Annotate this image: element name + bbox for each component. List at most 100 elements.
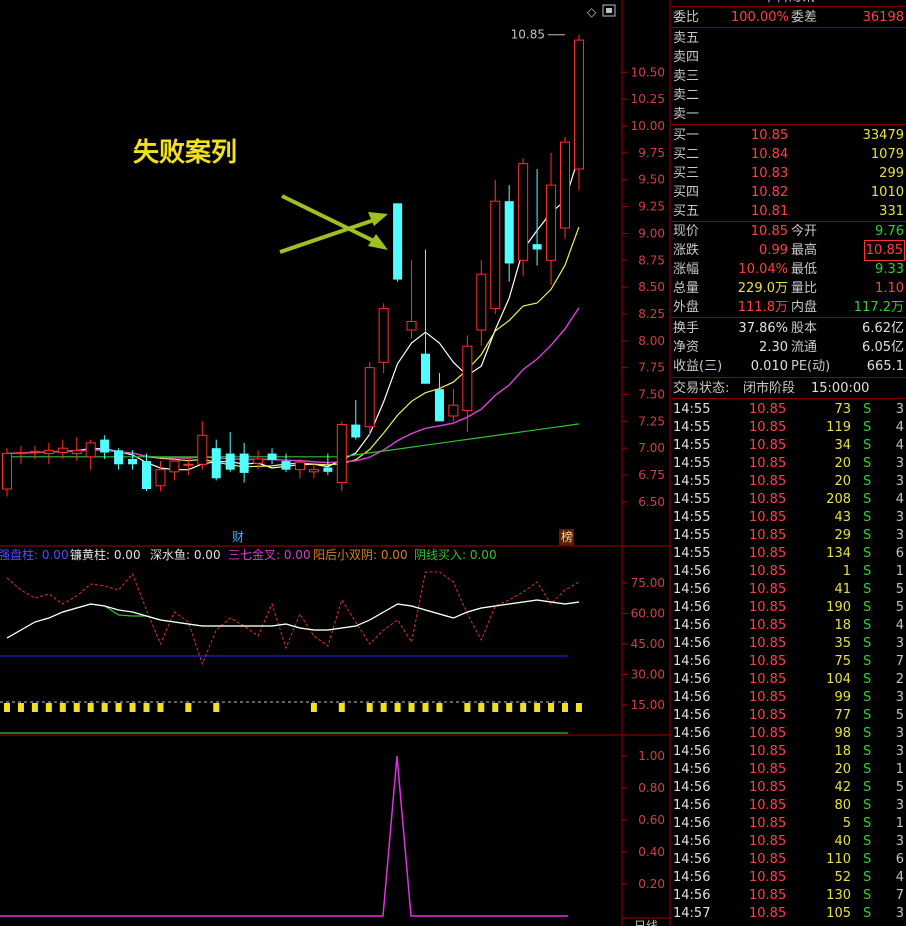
tick-side: S <box>863 474 872 489</box>
stat-value: 10.85 <box>750 224 788 239</box>
yellow-bar <box>575 703 582 712</box>
tick-time: 14:56 <box>673 672 711 687</box>
tick-volume: 77 <box>834 708 851 723</box>
quote-separator <box>671 27 906 28</box>
event-marker-cai: 财 <box>232 530 244 544</box>
tick-side: S <box>863 456 872 471</box>
tick-volume: 130 <box>826 888 851 903</box>
stat-label: 最高 <box>791 243 818 258</box>
candle <box>518 163 529 261</box>
tick-time: 14:56 <box>673 618 711 633</box>
tick-row: 14:56 10.85 20 S 1 <box>671 760 906 779</box>
yellow-bar <box>101 703 108 712</box>
tick-row: 14:56 10.85 41 S 5 <box>671 580 906 599</box>
tick-volume: 134 <box>826 546 851 561</box>
candle <box>100 439 110 453</box>
tick-volume: 1 <box>842 564 851 579</box>
tick-volume: 105 <box>826 906 851 921</box>
tick-count: 5 <box>895 582 904 597</box>
bid-label: 买五 <box>673 204 700 219</box>
tick-volume: 73 <box>834 402 851 417</box>
tick-price: 10.85 <box>749 852 787 867</box>
tick-count: 3 <box>895 834 904 849</box>
arrow-head-icon <box>368 234 388 250</box>
candle <box>211 448 221 479</box>
tick-time: 14:56 <box>673 816 711 831</box>
yellow-bar <box>338 703 345 712</box>
period-tab: 日线 <box>634 919 658 926</box>
tick-time: 14:56 <box>673 582 711 597</box>
stock-terminal: ◇ 10.50 10.25 10.00 9.75 9.50 9.25 9.00 8.75 8.50… <box>0 0 906 926</box>
indicator-axis-label: 15.00 <box>631 698 665 712</box>
stat-value: 10.85 <box>863 240 906 261</box>
candle <box>15 451 26 455</box>
tick-count: 3 <box>895 402 904 417</box>
tick-count: 1 <box>895 564 904 579</box>
tick-side: S <box>863 636 872 651</box>
price-axis-label: 7.00 <box>638 441 665 455</box>
tick-time: 14:56 <box>673 600 711 615</box>
tick-count: 1 <box>895 816 904 831</box>
price-axis-label: 10.00 <box>631 119 665 133</box>
yellow-bar <box>380 703 387 712</box>
price-axis-label: 10.50 <box>631 65 665 79</box>
tick-price: 10.85 <box>749 798 787 813</box>
tick-price: 10.85 <box>749 672 787 687</box>
tick-price: 10.85 <box>749 618 787 633</box>
candle <box>532 244 542 250</box>
bid-row: 买三 10.83 299 <box>671 164 906 183</box>
tick-volume: 20 <box>834 474 851 489</box>
bid-row: 买一 10.85 33479 <box>671 126 906 145</box>
tick-count: 4 <box>895 870 904 885</box>
yellow-bar <box>520 703 527 712</box>
tick-price: 10.85 <box>749 528 787 543</box>
stat-value: 10.04% <box>738 262 788 277</box>
tick-time: 14:55 <box>673 402 711 417</box>
bottom-axis-label: 1.00 <box>638 749 665 763</box>
price-axis-label: 7.75 <box>638 361 665 375</box>
kline-chart-area[interactable]: ◇ 10.50 10.25 10.00 9.75 9.50 9.25 9.00 8.75 8.50… <box>0 0 671 926</box>
tick-side: S <box>863 852 872 867</box>
price-axis-label: 8.50 <box>638 280 665 294</box>
yellow-bar <box>59 703 66 712</box>
tick-count: 5 <box>895 780 904 795</box>
stat-value: 2.30 <box>759 340 788 355</box>
indicator-axis-label: 75.00 <box>631 576 665 590</box>
tick-volume: 40 <box>834 834 851 849</box>
candle <box>43 449 54 455</box>
bid-row: 买五 10.81 331 <box>671 202 906 221</box>
tick-side: S <box>863 834 872 849</box>
indicator-axis-label: 45.00 <box>631 637 665 651</box>
price-axis-label: 8.00 <box>638 334 665 348</box>
tick-time: 14:56 <box>673 726 711 741</box>
bid-label: 买一 <box>673 128 700 143</box>
tick-count: 2 <box>895 672 904 687</box>
tick-side: S <box>863 510 872 525</box>
tick-price: 10.85 <box>749 582 787 597</box>
yellow-bar <box>464 703 471 712</box>
yellow-bar <box>408 703 415 712</box>
stat-value: 6.62亿 <box>862 321 904 336</box>
tick-price: 10.85 <box>749 564 787 579</box>
stat-label: 净资 <box>673 340 700 355</box>
yellow-bar <box>478 703 485 712</box>
trade-status-row: 交易状态: 闭市阶段 15:00:00 <box>671 379 906 398</box>
tick-side: S <box>863 762 872 777</box>
yellow-bar <box>17 703 24 712</box>
candle <box>490 200 501 310</box>
stat-row: 现价 10.85 今开 9.76 <box>671 222 906 241</box>
tick-price: 10.85 <box>749 780 787 795</box>
stat-label: 换手 <box>673 321 700 336</box>
ask-row: 卖二 <box>671 86 906 105</box>
price-axis-label: 7.25 <box>638 414 665 428</box>
stat-value: 665.1 <box>866 359 904 374</box>
yellow-bar <box>31 703 38 712</box>
tick-row: 14:55 10.85 43 S 3 <box>671 508 906 527</box>
tick-count: 7 <box>895 888 904 903</box>
tick-side: S <box>863 690 872 705</box>
annotation-arrow <box>281 194 381 246</box>
tick-count: 6 <box>895 852 904 867</box>
stat-value: 9.33 <box>875 262 904 277</box>
tick-time: 14:57 <box>673 906 711 921</box>
quote-separator <box>671 6 906 7</box>
